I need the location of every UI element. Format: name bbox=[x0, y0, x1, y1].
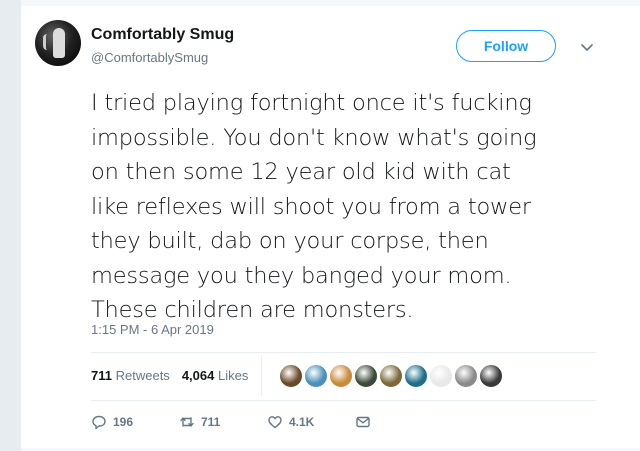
retweets-stat[interactable]: 711 Retweets bbox=[91, 368, 170, 383]
tweet-text-line: impossible. You don't know what's going bbox=[91, 124, 537, 151]
tweet-text-line: they built, dab on your corpse, then bbox=[91, 228, 489, 254]
liker-avatar[interactable] bbox=[429, 364, 453, 388]
stats-separator bbox=[261, 356, 262, 396]
reply-count: 196 bbox=[113, 415, 134, 429]
reply-icon bbox=[92, 415, 106, 430]
liker-avatar[interactable] bbox=[454, 364, 478, 388]
direct-message-action[interactable] bbox=[355, 414, 371, 430]
follow-button[interactable]: Follow bbox=[456, 30, 556, 62]
tweet-text-line: I tried playing fortnight once it's fuck… bbox=[91, 90, 532, 116]
tweet-text-line: message you they banged your mom. bbox=[91, 262, 512, 289]
tweet-text: I tried playing fortnight once it's fuck… bbox=[91, 86, 621, 328]
liker-avatar[interactable] bbox=[354, 364, 378, 388]
likes-count: 4,064 bbox=[181, 368, 215, 383]
retweets-count: 711 bbox=[91, 368, 112, 383]
heart-icon bbox=[268, 416, 282, 429]
retweet-count: 711 bbox=[201, 415, 221, 429]
tweet-card: Comfortably Smug @ComfortablySmug Follow… bbox=[21, 0, 640, 451]
reply-action[interactable]: 196 bbox=[91, 414, 133, 430]
previous-tweet-edge bbox=[21, 0, 640, 6]
chevron-down-icon[interactable] bbox=[580, 40, 594, 54]
stats-divider-top bbox=[91, 352, 596, 353]
like-action[interactable]: 4.1K bbox=[267, 414, 314, 430]
avatar-arm bbox=[43, 34, 56, 50]
retweets-label: Retweets bbox=[115, 368, 170, 383]
author-avatar[interactable] bbox=[35, 20, 81, 66]
likes-stat[interactable]: 4,064 Likes bbox=[182, 368, 249, 383]
liker-avatar[interactable] bbox=[329, 364, 353, 388]
liker-avatar[interactable] bbox=[379, 364, 403, 388]
tweet-stats: 711 Retweets 4,064 Likes bbox=[91, 368, 248, 383]
envelope-icon bbox=[356, 416, 370, 428]
like-count: 4.1K bbox=[289, 415, 315, 429]
author-name[interactable]: Comfortably Smug bbox=[91, 26, 234, 44]
liker-avatar[interactable] bbox=[304, 364, 328, 388]
tweet-timestamp[interactable]: 1:15 PM - 6 Apr 2019 bbox=[91, 322, 214, 337]
tweet-text-line: on then some 12 year old kid with cat bbox=[91, 159, 511, 185]
author-handle[interactable]: @ComfortablySmug bbox=[91, 50, 208, 65]
retweet-action[interactable]: 711 bbox=[179, 414, 220, 430]
retweet-icon bbox=[180, 417, 194, 427]
liker-avatar[interactable] bbox=[404, 364, 428, 388]
tweet-text-line: like reflexes will shoot you from a towe… bbox=[91, 193, 531, 220]
stats-divider-bottom bbox=[91, 400, 596, 401]
liker-avatar[interactable] bbox=[479, 364, 503, 388]
liker-avatar[interactable] bbox=[279, 364, 303, 388]
likes-label: Likes bbox=[217, 368, 249, 383]
